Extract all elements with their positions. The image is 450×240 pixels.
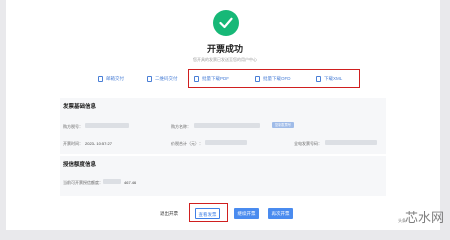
invoice-info-card: 发票基础信息 购方税号： 购方名称： 复制发票号 开票时间： 2023- 10:… bbox=[60, 98, 386, 154]
credit-remaining-label: 当前可开票授信额度： bbox=[63, 180, 103, 185]
qrcode-icon bbox=[147, 75, 152, 82]
email-delivery-label: 邮箱交付 bbox=[106, 76, 124, 81]
copy-invoice-button[interactable]: 复制发票号 bbox=[272, 122, 294, 128]
invoice-info-title: 发票基础信息 bbox=[63, 104, 97, 110]
qrcode-delivery-link[interactable]: 二维码交付 bbox=[147, 73, 178, 85]
buyer-tax-value-masked bbox=[85, 123, 129, 128]
issue-time-label: 开票时间： bbox=[63, 141, 83, 146]
buyer-name-label: 购方名称： bbox=[171, 124, 191, 129]
buyer-tax-label: 购方税号： bbox=[63, 124, 83, 129]
continue-invoice-button[interactable]: 继续开票 bbox=[234, 208, 259, 219]
watermark-sub: 头条 bbox=[398, 218, 406, 223]
page-subtitle: 您开具的发票已发送至您的用户中心 bbox=[193, 57, 257, 62]
total-amount-label: 价税合计（元）： bbox=[171, 141, 203, 146]
buyer-name-value-masked bbox=[194, 123, 260, 128]
credit-remaining-value: 467.46 bbox=[124, 180, 137, 185]
exit-button[interactable]: 退出开票 bbox=[156, 208, 182, 219]
credit-info-card: 授信额度信息 当前可开票授信额度： 467.46 bbox=[60, 156, 386, 196]
page-title: 开票成功 bbox=[206, 44, 243, 54]
invoice-number-label: 全电发票号码： bbox=[294, 141, 322, 146]
qrcode-delivery-label: 二维码交付 bbox=[155, 76, 178, 81]
watermark: 芯水网 bbox=[404, 211, 444, 226]
credit-remaining-masked bbox=[103, 179, 121, 184]
invoice-number-value-masked bbox=[325, 140, 377, 145]
issue-time-value: 2023- 10:57:27 bbox=[85, 141, 112, 146]
total-amount-value-masked bbox=[205, 140, 247, 145]
email-delivery-link[interactable]: 邮箱交付 bbox=[98, 73, 124, 85]
credit-info-title: 授信额度信息 bbox=[63, 162, 97, 168]
screen: 开票成功 您开具的发票已发送至您的用户中心 邮箱交付 二维码交付 批量下载PDF… bbox=[0, 0, 450, 230]
download-highlight-box bbox=[188, 69, 360, 88]
reissue-button[interactable]: 再次开票 bbox=[268, 208, 293, 219]
mail-icon bbox=[98, 75, 103, 82]
success-check-icon bbox=[213, 10, 239, 36]
view-highlight-box bbox=[189, 203, 228, 222]
